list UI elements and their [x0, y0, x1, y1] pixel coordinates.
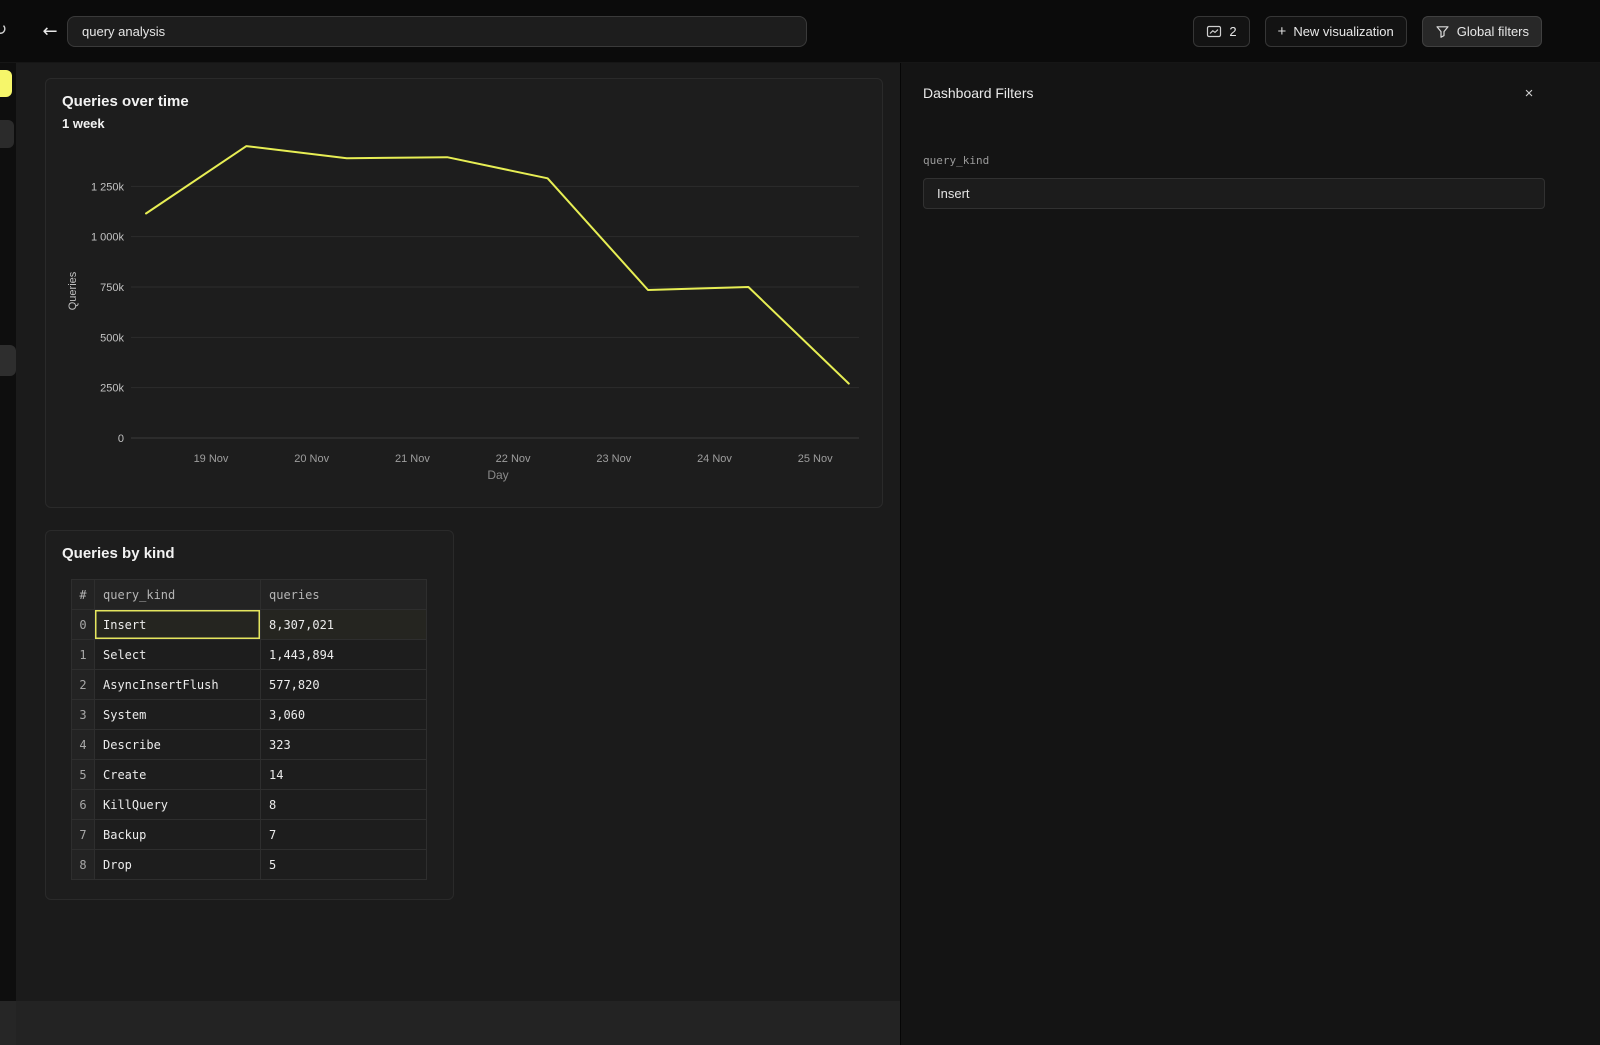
visualization-icon — [1206, 24, 1222, 39]
y-tick-label: 1 000k — [91, 232, 125, 244]
x-tick-label: 24 Nov — [697, 453, 732, 465]
top-bar: ↻ ← 2 + New visualization — [0, 0, 1600, 63]
queries-count-cell[interactable]: 5 — [261, 850, 427, 880]
filter-field-label: query_kind — [923, 154, 989, 167]
x-tick-label: 22 Nov — [496, 453, 531, 465]
query-kind-cell[interactable]: Describe — [95, 730, 261, 760]
query-kind-filter-input[interactable] — [923, 178, 1545, 209]
x-tick-label: 20 Nov — [294, 453, 329, 465]
y-tick-label: 500k — [100, 332, 124, 344]
queries-series-line — [146, 146, 849, 384]
row-index-cell: 0 — [72, 610, 95, 640]
queries-count-cell[interactable]: 7 — [261, 820, 427, 850]
x-tick-label: 25 Nov — [798, 453, 833, 465]
queries-table: # query_kind queries 0Insert8,307,0211Se… — [71, 579, 427, 880]
query-kind-cell[interactable]: Create — [95, 760, 261, 790]
query-kind-cell[interactable]: Insert — [95, 610, 261, 640]
visualization-count: 2 — [1229, 24, 1236, 39]
dashboard-filters-panel: Dashboard Filters × query_kind — [900, 63, 1600, 1045]
column-header-index: # — [72, 580, 95, 610]
queries-by-kind-panel: Queries by kind # query_kind queries 0In… — [45, 530, 454, 900]
queries-count-cell[interactable]: 14 — [261, 760, 427, 790]
query-kind-cell[interactable]: Drop — [95, 850, 261, 880]
next-panel-peek — [16, 1001, 900, 1045]
x-tick-label: 23 Nov — [596, 453, 631, 465]
table-row: 5Create14 — [72, 760, 427, 790]
new-visualization-button[interactable]: + New visualization — [1265, 16, 1407, 47]
plus-icon: + — [1278, 23, 1287, 40]
x-tick-label: 21 Nov — [395, 453, 430, 465]
queries-count-cell[interactable]: 3,060 — [261, 700, 427, 730]
table-row: 7Backup7 — [72, 820, 427, 850]
back-button[interactable]: ← — [36, 18, 64, 46]
table-row: 1Select1,443,894 — [72, 640, 427, 670]
column-header-queries: queries — [261, 580, 427, 610]
table-row: 0Insert8,307,021 — [72, 610, 427, 640]
global-filters-button[interactable]: Global filters — [1422, 16, 1542, 47]
queries-line-chart: 0 250k 500k 750k 1 000k 1 250k 19 Nov 20 Nov 21 … — [46, 79, 882, 507]
row-index-cell: 5 — [72, 760, 95, 790]
column-header-query-kind: query_kind — [95, 580, 261, 610]
queries-count-cell[interactable]: 577,820 — [261, 670, 427, 700]
x-axis-label: Day — [487, 468, 508, 482]
table-title: Queries by kind — [62, 545, 175, 562]
query-kind-cell[interactable]: Backup — [95, 820, 261, 850]
query-kind-cell[interactable]: AsyncInsertFlush — [95, 670, 261, 700]
row-index-cell: 1 — [72, 640, 95, 670]
queries-table-body: 0Insert8,307,0211Select1,443,8942AsyncIn… — [72, 610, 427, 880]
queries-count-cell[interactable]: 323 — [261, 730, 427, 760]
queries-count-cell[interactable]: 8 — [261, 790, 427, 820]
new-visualization-label: New visualization — [1293, 24, 1393, 39]
x-tick-label: 19 Nov — [194, 453, 229, 465]
sidebar-bottom-block — [0, 1001, 16, 1045]
row-index-cell: 7 — [72, 820, 95, 850]
dashboard-title-input[interactable] — [67, 16, 807, 47]
y-tick-label: 750k — [100, 282, 124, 294]
query-kind-cell[interactable]: System — [95, 700, 261, 730]
queries-table-head: # query_kind queries — [72, 580, 427, 610]
y-tick-label: 1 250k — [91, 181, 125, 193]
query-kind-cell[interactable]: Select — [95, 640, 261, 670]
row-index-cell: 6 — [72, 790, 95, 820]
table-row: 6KillQuery8 — [72, 790, 427, 820]
content-area: Queries over time 1 week 0250k500k750k1 … — [0, 63, 1600, 1045]
visualization-count-button[interactable]: 2 — [1193, 16, 1249, 47]
close-icon[interactable]: × — [1518, 82, 1540, 104]
refresh-icon[interactable]: ↻ — [0, 20, 7, 40]
table-row: 3System3,060 — [72, 700, 427, 730]
queries-count-cell[interactable]: 1,443,894 — [261, 640, 427, 670]
y-axis-label: Queries — [67, 271, 79, 310]
row-index-cell: 8 — [72, 850, 95, 880]
row-index-cell: 2 — [72, 670, 95, 700]
row-index-cell: 3 — [72, 700, 95, 730]
y-tick-label: 250k — [100, 383, 124, 395]
row-index-cell: 4 — [72, 730, 95, 760]
queries-count-cell[interactable]: 8,307,021 — [261, 610, 427, 640]
y-tick-label: 0 — [118, 433, 124, 445]
sidebar-item[interactable] — [0, 345, 16, 376]
filters-panel-title: Dashboard Filters — [923, 85, 1034, 101]
table-row: 4Describe323 — [72, 730, 427, 760]
table-row: 8Drop5 — [72, 850, 427, 880]
dashboard-main: Queries over time 1 week 0250k500k750k1 … — [16, 63, 900, 1045]
table-header-row: # query_kind queries — [72, 580, 427, 610]
topbar-actions: 2 + New visualization Global filters — [1193, 16, 1542, 47]
sidebar — [0, 63, 16, 1045]
queries-over-time-panel: Queries over time 1 week 0250k500k750k1 … — [45, 78, 883, 508]
sidebar-item-active[interactable] — [0, 70, 12, 97]
query-kind-cell[interactable]: KillQuery — [95, 790, 261, 820]
sidebar-item[interactable] — [0, 120, 14, 148]
funnel-icon — [1435, 24, 1450, 39]
table-row: 2AsyncInsertFlush577,820 — [72, 670, 427, 700]
global-filters-label: Global filters — [1457, 24, 1529, 39]
app-root: ↻ ← 2 + New visualization — [0, 0, 1600, 1045]
